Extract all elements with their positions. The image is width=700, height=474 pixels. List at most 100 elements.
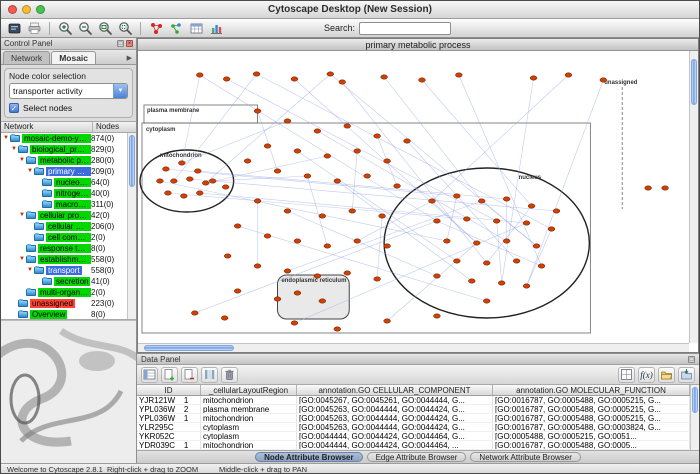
network-node[interactable]: [645, 186, 652, 190]
canvas-vertical-scrollbar[interactable]: [689, 51, 698, 343]
network-node[interactable]: [319, 299, 326, 303]
network-edge[interactable]: [437, 221, 542, 266]
network-node[interactable]: [254, 199, 261, 203]
tree-collapse-arrow-icon[interactable]: ▼: [18, 210, 26, 221]
network-node[interactable]: [339, 80, 346, 84]
network-node[interactable]: [600, 78, 607, 82]
float-panel-icon[interactable]: □: [117, 40, 124, 47]
network-node[interactable]: [209, 179, 216, 183]
network-node[interactable]: [374, 277, 381, 281]
network-node[interactable]: [565, 73, 572, 77]
session-icon[interactable]: [5, 20, 23, 37]
close-window-button[interactable]: [8, 5, 17, 14]
tab-network-attribute-browser[interactable]: Network Attribute Browser: [470, 452, 580, 462]
network-node[interactable]: [463, 217, 470, 221]
tree-collapse-arrow-icon[interactable]: ▼: [26, 265, 34, 276]
zoom-fit-icon[interactable]: [96, 20, 114, 37]
table-column-header[interactable]: annotation.GO MOLECULAR_FUNCTION: [493, 385, 690, 395]
network-node[interactable]: [194, 169, 201, 173]
network-node[interactable]: [548, 227, 555, 231]
network-node[interactable]: [453, 194, 460, 198]
new-attribute-icon[interactable]: [161, 367, 178, 383]
zoom-out-icon[interactable]: [76, 20, 94, 37]
tree-row[interactable]: cellular metabo...206(0): [1, 221, 127, 232]
table-row[interactable]: YKR052Ccytoplasm[GO:0044444, GO:0044424,…: [137, 432, 690, 441]
network-node[interactable]: [314, 129, 321, 133]
network-edge[interactable]: [198, 171, 507, 199]
tree-row[interactable]: ▼transport558(0): [1, 265, 127, 276]
close-panel-icon[interactable]: ×: [126, 40, 133, 47]
network-node[interactable]: [234, 289, 241, 293]
network-edge[interactable]: [160, 181, 447, 241]
network-node[interactable]: [349, 209, 356, 213]
network-node[interactable]: [254, 109, 261, 113]
network-node[interactable]: [324, 154, 331, 158]
network-canvas-area[interactable]: plasma membranecytoplasmmitochondrionnuc…: [138, 51, 689, 343]
network-node[interactable]: [234, 224, 241, 228]
network-node[interactable]: [364, 174, 371, 178]
network-node[interactable]: [222, 185, 229, 189]
network-node[interactable]: [224, 254, 231, 258]
select-attributes-icon[interactable]: [141, 367, 158, 383]
chevron-down-icon[interactable]: ▼: [113, 84, 127, 98]
network-node[interactable]: [513, 259, 520, 263]
network-edge[interactable]: [166, 169, 457, 196]
network-node[interactable]: [221, 316, 228, 320]
network-node[interactable]: [523, 284, 530, 288]
network-edge[interactable]: [174, 74, 257, 181]
network-node[interactable]: [165, 191, 172, 195]
network-edge[interactable]: [407, 141, 517, 261]
network-edge[interactable]: [317, 131, 506, 241]
network-node[interactable]: [662, 186, 669, 190]
tree-column-nodes[interactable]: Nodes: [93, 122, 136, 132]
network-node[interactable]: [324, 244, 331, 248]
tree-collapse-arrow-icon[interactable]: ▼: [18, 155, 26, 166]
network-node[interactable]: [196, 73, 203, 77]
tree-scrollbar[interactable]: [127, 133, 136, 319]
network-edge[interactable]: [387, 243, 477, 321]
trash-icon[interactable]: [221, 367, 238, 383]
network-node[interactable]: [319, 214, 326, 218]
network-edge[interactable]: [527, 80, 604, 286]
tree-row[interactable]: unassigned223(0): [1, 298, 127, 309]
tree-row[interactable]: response to stimul...8(0): [1, 243, 127, 254]
tree-row[interactable]: nucleobase...64(0): [1, 177, 127, 188]
network-node[interactable]: [434, 314, 441, 318]
tree-row[interactable]: cell communicat...2(0): [1, 232, 127, 243]
zoom-in-icon[interactable]: [56, 20, 74, 37]
printer-icon[interactable]: [25, 20, 43, 37]
table-column-header[interactable]: _cellularLayoutRegion: [201, 385, 297, 395]
network-node[interactable]: [381, 75, 388, 79]
network-node[interactable]: [334, 179, 341, 183]
network-node[interactable]: [455, 73, 462, 77]
tree-collapse-arrow-icon[interactable]: ▼: [2, 133, 10, 144]
network-node[interactable]: [523, 221, 530, 225]
table-column-header[interactable]: ID: [137, 385, 201, 395]
network-edge[interactable]: [287, 211, 436, 276]
tree-row[interactable]: nitrogen compo...40(0): [1, 188, 127, 199]
network-node[interactable]: [553, 209, 560, 213]
network-node[interactable]: [254, 264, 261, 268]
network-node[interactable]: [354, 239, 361, 243]
tree-row[interactable]: secretion41(0): [1, 276, 127, 287]
tab-mosaic[interactable]: Mosaic: [51, 51, 96, 64]
tree-row[interactable]: ▼metabolic process280(0): [1, 155, 127, 166]
network-edge[interactable]: [497, 221, 502, 283]
network-node[interactable]: [473, 241, 480, 245]
attribute-table-icon[interactable]: [187, 20, 205, 37]
tree-row[interactable]: macromolecul...311(0): [1, 199, 127, 210]
network-node[interactable]: [291, 321, 298, 325]
network-node[interactable]: [493, 219, 500, 223]
overview-thumbnail[interactable]: [1, 320, 136, 463]
network-node[interactable]: [483, 299, 490, 303]
network-node[interactable]: [294, 291, 301, 295]
network-node[interactable]: [434, 274, 441, 278]
tree-row[interactable]: multi-organism pro...2(0): [1, 287, 127, 298]
network-node[interactable]: [498, 281, 505, 285]
network-node[interactable]: [314, 274, 321, 278]
network-node[interactable]: [429, 199, 436, 203]
tree-collapse-arrow-icon[interactable]: ▼: [26, 166, 34, 177]
network-edge[interactable]: [342, 82, 486, 263]
network-node[interactable]: [538, 264, 545, 268]
table-scrollbar[interactable]: [690, 385, 699, 450]
